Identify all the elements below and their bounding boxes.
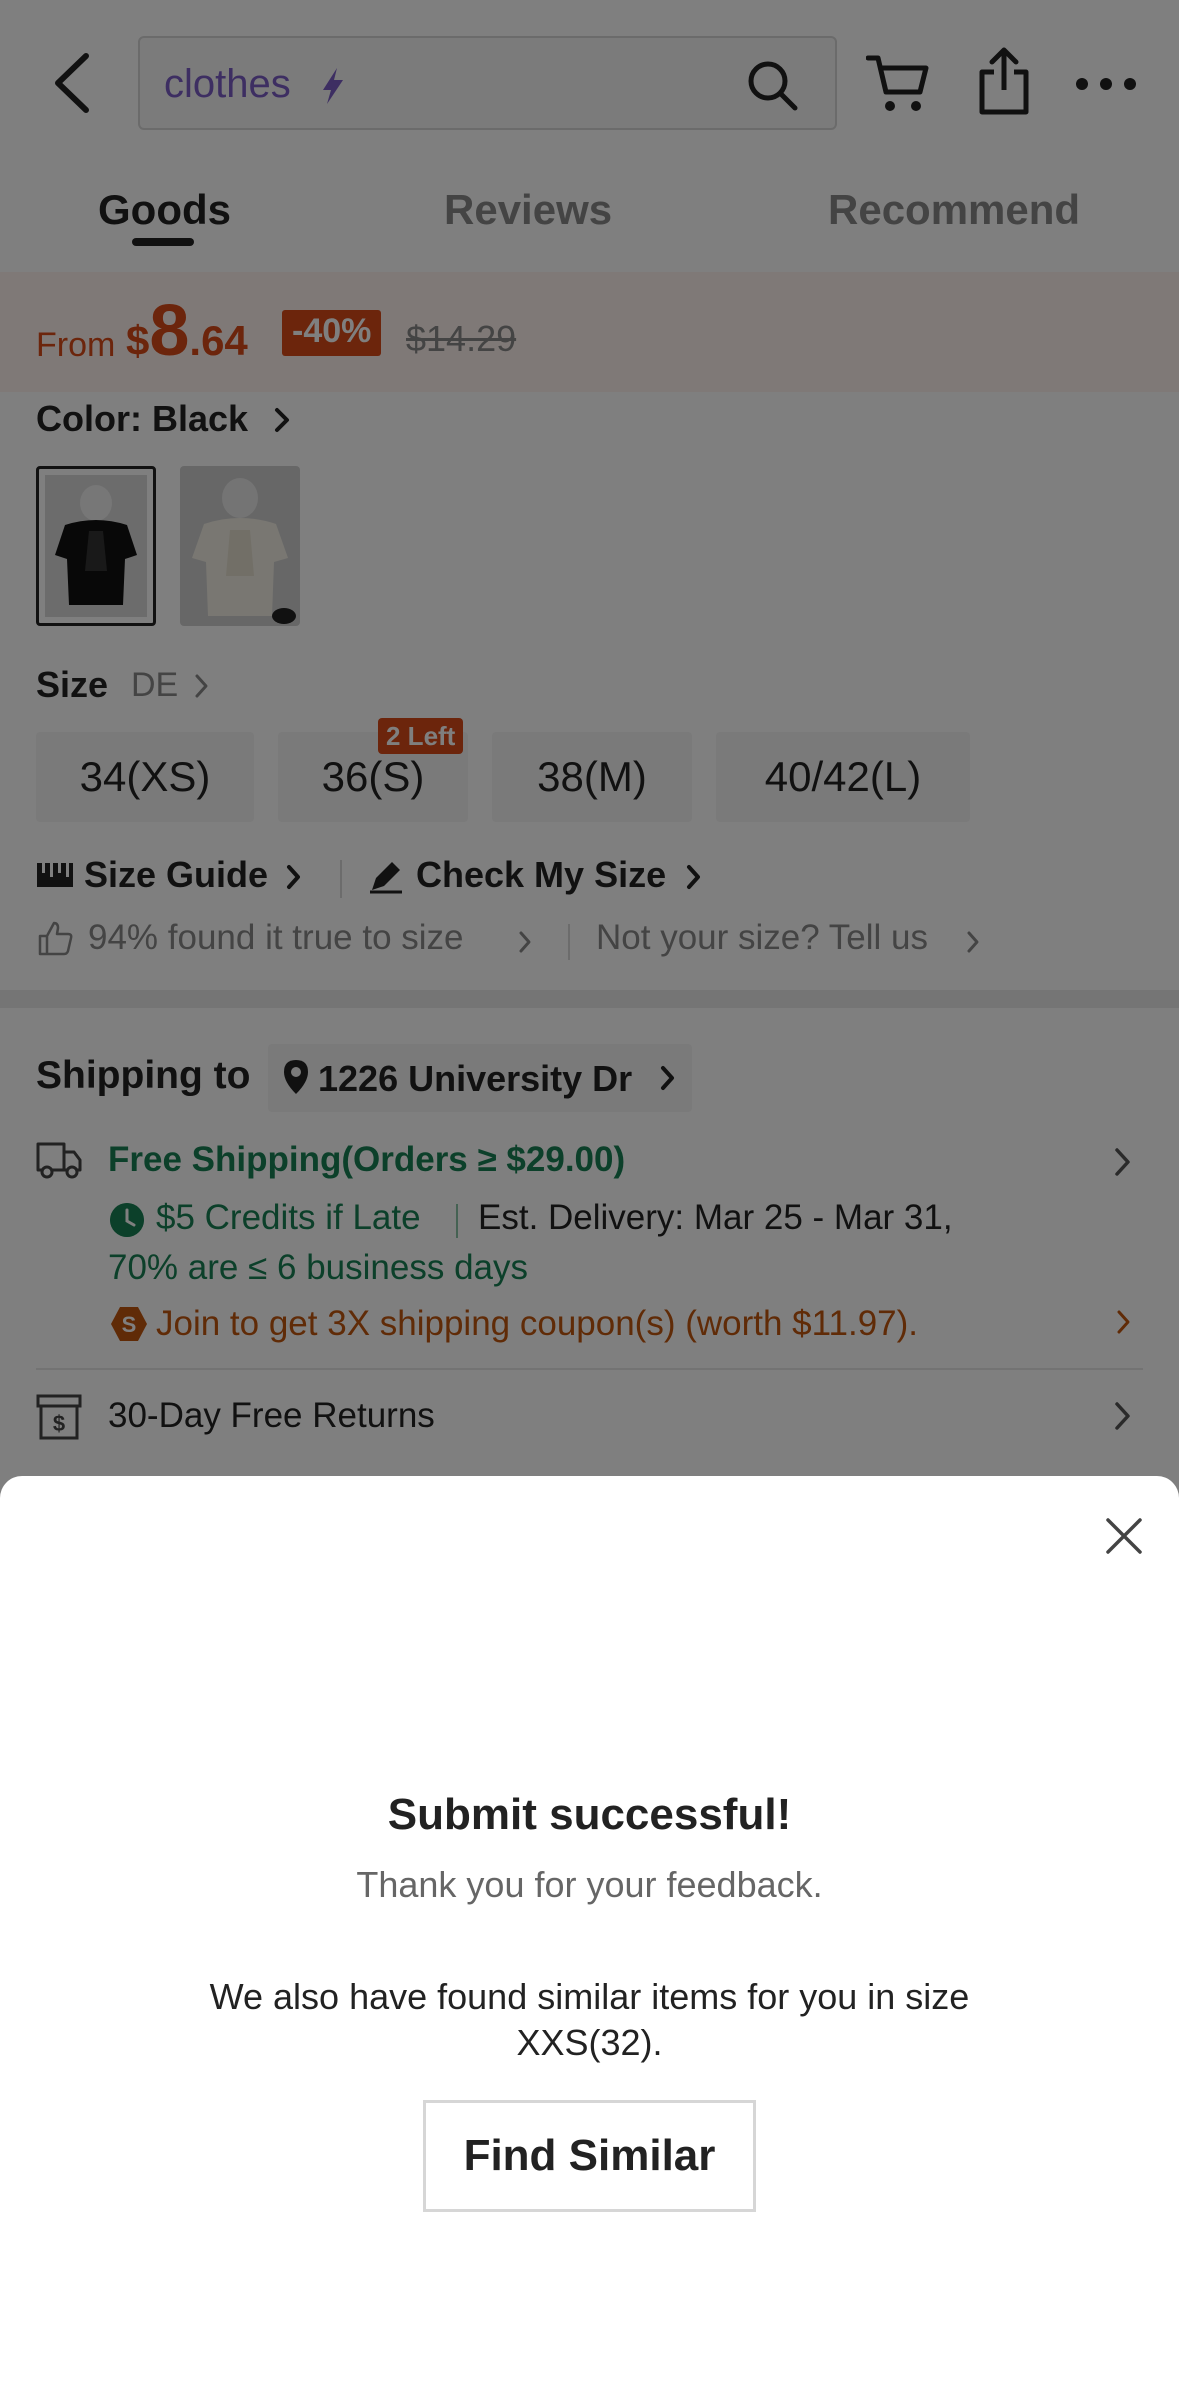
sheet-subtitle: Thank you for your feedback. bbox=[356, 1864, 823, 1905]
find-similar-button[interactable]: Find Similar bbox=[423, 2100, 756, 2212]
feedback-success-sheet bbox=[0, 1476, 1179, 2396]
sheet-title: Submit successful! bbox=[387, 1790, 792, 1839]
similar-items-message: We also have found similar items for you… bbox=[209, 1976, 970, 2063]
close-icon[interactable] bbox=[1104, 1516, 1144, 1556]
